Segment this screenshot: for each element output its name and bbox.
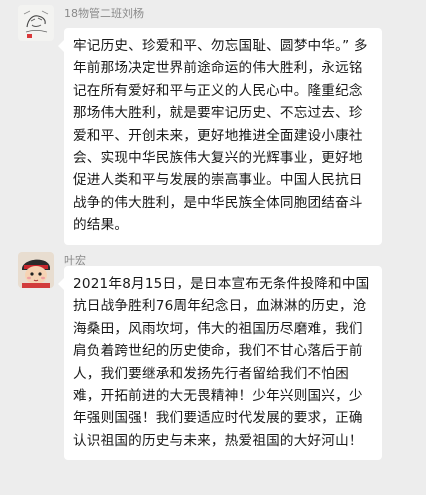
message-bubble[interactable]: 2021年8月15日，是日本宣布无条件投降和中国抗日战争胜利76周年纪念日，血淋… [58, 266, 382, 461]
cartoon-character-icon [18, 252, 54, 288]
sketch-portrait-icon [18, 5, 54, 41]
sender-name: 18物管二班刘杨 [64, 7, 144, 20]
cartoon-character-avatar[interactable] [18, 252, 54, 288]
sketch-portrait-avatar[interactable] [18, 5, 54, 41]
message-bubble[interactable]: 牢记历史、珍爱和平、勿忘国耻、圆梦中华。” 多年前那场决定世界前途命运的伟大胜利… [58, 28, 382, 245]
